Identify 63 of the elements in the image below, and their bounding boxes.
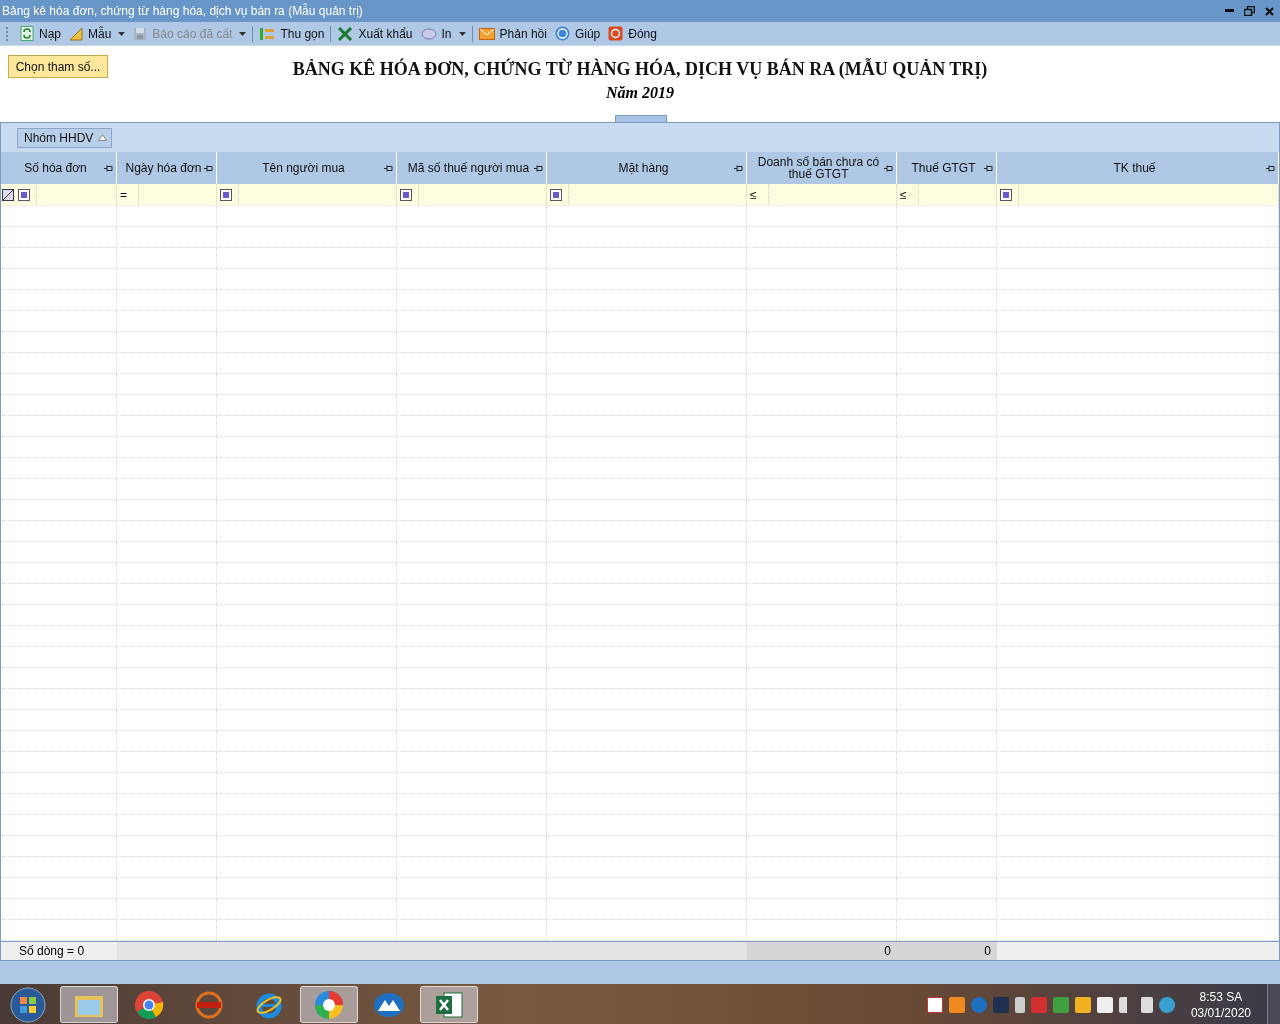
pin-icon[interactable] — [104, 165, 113, 172]
tray-icon[interactable] — [926, 996, 943, 1013]
toolbar-button[interactable]: In — [416, 23, 470, 44]
filter-operator-icon[interactable] — [550, 188, 562, 201]
caret-icon — [458, 31, 466, 36]
envelope-icon — [478, 27, 495, 40]
filter-operator-icon[interactable] — [220, 188, 232, 201]
footer-cell: 0 — [897, 942, 997, 960]
sort-ascending-icon — [98, 134, 108, 141]
filter-operator[interactable]: ≤ — [900, 187, 907, 202]
footer-cell: 0 — [747, 942, 897, 960]
pin-icon[interactable] — [884, 165, 893, 172]
tray-icon[interactable] — [1074, 996, 1091, 1013]
pin-icon[interactable] — [1266, 165, 1275, 172]
pin-icon[interactable] — [204, 165, 213, 172]
filter-operator[interactable]: ≤ — [750, 187, 757, 202]
pin-icon[interactable] — [384, 165, 393, 172]
clock-date[interactable]: 03/01/2020 — [1190, 1004, 1251, 1021]
filter-operator-icon[interactable] — [18, 188, 30, 201]
start-button[interactable] — [8, 984, 48, 1024]
clock-time[interactable]: 8:53 SA — [1199, 988, 1243, 1005]
tray-icon[interactable] — [1096, 996, 1113, 1013]
footer-cell: Số dòng = 0 — [1, 942, 117, 960]
filter-edit-icon[interactable] — [2, 188, 14, 201]
filter-operator-icon[interactable] — [400, 188, 412, 201]
toolbar-button[interactable]: Nạp — [16, 23, 65, 44]
collapse-handle[interactable] — [615, 115, 667, 122]
minimize-icon[interactable] — [1225, 9, 1234, 13]
restore-icon[interactable] — [1244, 6, 1255, 16]
toolbar-button[interactable]: Phản hồi — [474, 23, 551, 44]
tray-icon[interactable] — [1014, 996, 1025, 1013]
browser-logo-icon — [134, 989, 164, 1020]
caret-icon — [239, 31, 247, 36]
window-title: Bảng kê hóa đơn, chứng từ hàng hóa, dịch vụ bán ra (Mẫu quản trị) — [2, 4, 363, 18]
pin-icon[interactable] — [534, 165, 543, 172]
tray-icon[interactable] — [1140, 996, 1153, 1013]
toolbar-button[interactable]: Thu gọn — [255, 23, 329, 44]
columns-icon — [259, 26, 276, 41]
pin-icon[interactable] — [734, 165, 743, 172]
ring-logo-icon — [195, 990, 223, 1019]
spreadsheet-icon — [337, 26, 354, 41]
ruler-icon — [69, 26, 83, 41]
caret-icon — [118, 31, 126, 36]
toolbar-button[interactable]: Mẫu — [65, 23, 130, 44]
taskbar-button[interactable] — [300, 986, 358, 1023]
toolbar-button[interactable]: Xuất khẩu — [333, 23, 417, 44]
refresh-icon — [20, 26, 34, 41]
toolbar-button[interactable]: Đóng — [604, 23, 661, 44]
filter-operator-icon[interactable] — [1000, 188, 1012, 201]
filter-operator[interactable]: = — [120, 187, 127, 202]
mountain-logo-icon — [373, 991, 405, 1018]
group-chip[interactable]: Nhóm HHDV — [17, 127, 113, 148]
close-icon[interactable] — [1265, 6, 1274, 16]
report-title: BẢNG KÊ HÓA ĐƠN, CHỨNG TỪ HÀNG HÓA, DỊCH VỤ BÁN RA (MẪU QUẢN TRỊ) — [292, 59, 988, 80]
tray-icon[interactable] — [948, 996, 965, 1013]
tray-icon[interactable] — [1158, 996, 1175, 1013]
taskbar-button[interactable] — [420, 986, 478, 1023]
report-subtitle: Năm 2019 — [606, 84, 674, 102]
pinwheel-icon — [313, 988, 345, 1021]
spreadsheet-icon — [434, 989, 464, 1020]
toolbar-button[interactable]: Giúp — [550, 23, 605, 44]
pin-icon[interactable] — [984, 165, 993, 172]
parameters-button[interactable]: Chọn tham số... — [8, 55, 108, 78]
